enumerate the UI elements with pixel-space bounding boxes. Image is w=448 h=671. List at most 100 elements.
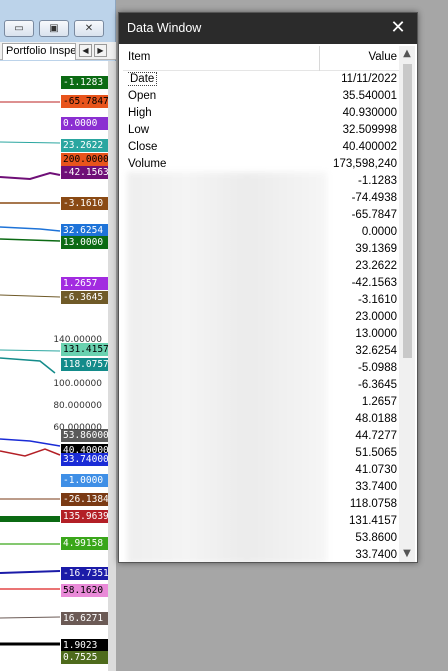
selected-cell[interactable]: Date <box>128 72 158 86</box>
value-badge: 135.9639M <box>61 510 108 523</box>
data-row[interactable]: High 40.930000 <box>123 105 399 122</box>
value-badge: 13.0000 <box>61 236 108 249</box>
data-row-item: High <box>128 107 152 119</box>
indicator-line <box>0 226 61 232</box>
scroll-thumb[interactable] <box>403 64 412 358</box>
value-badge: 1.2657 <box>61 277 108 290</box>
close-button[interactable]: ✕ <box>74 20 104 37</box>
value-badge: -6.3645 <box>61 291 108 304</box>
value-badge: -26.1384 <box>61 493 108 506</box>
data-row-item: Open <box>128 90 157 102</box>
data-row-value: 51.5065 <box>355 447 397 459</box>
data-row-value: 118.0758 <box>349 498 397 510</box>
data-window-title: Data Window <box>127 21 202 35</box>
data-row-value: 173,598,240 <box>333 158 397 170</box>
tab-scroll-right-button[interactable]: ▶ <box>94 44 107 57</box>
value-badge: 0.7525 <box>61 651 108 664</box>
minimize-button[interactable]: ▭ <box>4 20 34 37</box>
indicator-line <box>0 294 61 298</box>
indicator-line <box>0 438 61 447</box>
data-row[interactable]: Date 11/11/2022 <box>123 71 399 88</box>
indicator-line <box>0 141 61 144</box>
redacted-item-names <box>127 172 327 562</box>
data-row-value: 53.8600 <box>355 532 397 544</box>
indicator-lines <box>0 101 61 646</box>
data-row-value: 48.0188 <box>355 413 397 425</box>
scroll-down-icon[interactable]: ▼ <box>399 546 415 562</box>
item-column-header[interactable]: Item <box>128 50 318 65</box>
scroll-up-icon[interactable]: ▲ <box>399 46 415 62</box>
data-row-value: 35.540001 <box>342 90 397 102</box>
value-badge: -1.0000 <box>61 474 108 487</box>
data-row-value: 23.0000 <box>355 311 397 323</box>
indicator-line <box>0 238 61 242</box>
indicator-chart-panes[interactable]: -1.1283 -65.7847 0.0000 23.2622 200.0000 -42.… <box>0 61 108 671</box>
data-row-value: -1.1283 <box>357 175 397 187</box>
data-row-value: 11/11/2022 <box>341 73 397 85</box>
data-window-titlebar[interactable]: Data Window ✕ <box>119 13 417 44</box>
data-row-value: 39.1369 <box>355 243 397 255</box>
maximize-button[interactable]: ▣ <box>39 20 69 37</box>
value-badge: 58.1620 <box>61 584 108 597</box>
data-row-value: -74.4938 <box>351 192 397 204</box>
value-badge: 0.0000 <box>61 117 108 130</box>
data-row[interactable]: Low 32.509998 <box>123 122 399 139</box>
close-icon[interactable]: ✕ <box>387 17 409 39</box>
data-row-value: -5.0988 <box>357 362 397 374</box>
data-row-value: 32.509998 <box>342 124 397 136</box>
data-grid-header: Item Value <box>123 46 399 71</box>
data-row-item: Volume <box>128 158 167 170</box>
data-row-value: 41.0730 <box>355 464 397 476</box>
data-row[interactable]: Volume 173,598,240 <box>123 156 399 173</box>
indicator-line <box>0 357 56 374</box>
data-window-scrollbar[interactable]: ▲ ▼ <box>399 46 415 562</box>
indicator-line <box>0 349 61 352</box>
data-row-item: Low <box>128 124 150 136</box>
value-column-header[interactable]: Value <box>368 50 397 65</box>
value-badge: 23.2622 <box>61 139 108 152</box>
value-badge: -65.7847 <box>61 95 108 108</box>
data-row-value: 40.400002 <box>342 141 397 153</box>
data-row-value: -6.3645 <box>357 379 397 391</box>
indicator-line <box>0 448 61 457</box>
value-badge: 4.99158 <box>61 537 108 550</box>
data-row-value: 0.0000 <box>361 226 397 238</box>
data-row-value: 33.7400 <box>355 549 397 561</box>
data-row-item: Date <box>128 72 318 87</box>
data-row[interactable]: Open 35.540001 <box>123 88 399 105</box>
column-divider[interactable] <box>319 46 320 71</box>
axis-tick-label: 60.000000 <box>53 423 102 433</box>
data-row-value: -65.7847 <box>351 209 397 221</box>
indicator-line <box>0 570 61 574</box>
data-row-value: 131.4157 <box>349 515 397 527</box>
tab-bar: Portfolio Inspe ◀ ▶ <box>0 42 116 60</box>
value-badge: 16.6271 <box>61 612 108 625</box>
indicator-line <box>0 616 61 619</box>
value-badge: -3.1610 <box>61 197 108 210</box>
value-badge: -42.1563 <box>61 166 108 179</box>
data-window: Data Window ✕ Item Value Date 11/11/2022 O… <box>118 12 418 563</box>
data-row[interactable]: Close 40.400002 <box>123 139 399 156</box>
value-badge: 200.0000 <box>61 153 108 166</box>
tab-scroll-left-button[interactable]: ◀ <box>79 44 92 57</box>
axis-tick-label: 140.00000 <box>53 335 102 345</box>
main-chart-window: ▭ ▣ ✕ Portfolio Inspe ◀ ▶ -1.1283 -65.784… <box>0 0 116 671</box>
window-controls: ▭ ▣ ✕ <box>4 20 108 38</box>
data-window-body: Item Value Date 11/11/2022 Open 35.540001 Hi… <box>121 44 417 562</box>
data-row-value: -42.1563 <box>351 277 397 289</box>
data-row-value: 33.7400 <box>355 481 397 493</box>
value-badge: -1.1283 <box>61 76 108 89</box>
data-row-value: 23.2622 <box>355 260 397 272</box>
value-badge: 118.07578 <box>61 358 108 371</box>
data-row-value: 44.7277 <box>355 430 397 442</box>
value-badge: 33.740001 <box>61 453 108 466</box>
axis-tick-label: 80.000000 <box>53 401 102 411</box>
indicator-line <box>0 171 61 181</box>
data-row-value: 40.930000 <box>342 107 397 119</box>
chart-scrollbar[interactable] <box>108 61 116 671</box>
axis-tick-label: 100.00000 <box>53 379 102 389</box>
value-badge: -16.7351 <box>61 567 108 580</box>
data-row-item: Close <box>128 141 158 153</box>
tab-portfolio-inspector[interactable]: Portfolio Inspe <box>2 43 76 60</box>
data-row-value: -3.1610 <box>357 294 397 306</box>
